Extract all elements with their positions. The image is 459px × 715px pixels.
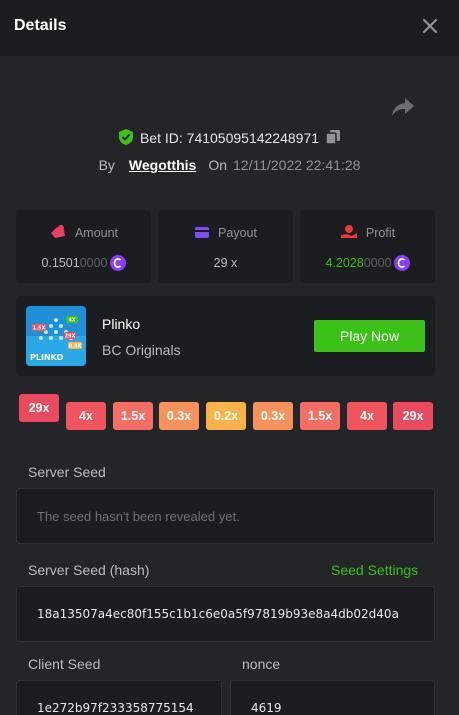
game-thumbnail[interactable]: 1.5X 4X 0.3X 29X PLINKO xyxy=(26,306,86,366)
payout-stat: Payout 29 x xyxy=(158,210,293,283)
bet-date: 12/11/2022 22:41:28 xyxy=(233,157,361,173)
profit-value-trailing: 0000 xyxy=(363,256,392,270)
amount-stat: Amount 0.1501 0000 xyxy=(16,210,151,283)
verified-shield-icon xyxy=(118,128,134,149)
copy-icon[interactable] xyxy=(325,129,341,148)
server-seed-label: Server Seed xyxy=(28,464,106,480)
payout-value: 29 x xyxy=(213,256,238,270)
amount-label: Amount xyxy=(74,226,119,240)
bet-id: Bet ID: 74105095142248971 xyxy=(139,130,320,146)
multiplier-label: 0.3x xyxy=(166,409,192,423)
username-link[interactable]: Wegotthis xyxy=(129,157,196,173)
by-label: By xyxy=(98,157,115,173)
amount-value: 0.1501 xyxy=(41,256,80,270)
multiplier-slot-hit: 29x xyxy=(19,394,59,422)
multiplier-label: 4x xyxy=(360,409,374,423)
client-seed-label: Client Seed xyxy=(28,656,101,672)
game-card: 1.5X 4X 0.3X 29X PLINKO Plinko BC Origin… xyxy=(16,296,435,376)
seed-settings-link[interactable]: Seed Settings xyxy=(331,562,418,578)
game-name: Plinko xyxy=(102,316,141,332)
multiplier-slot: 1.5x xyxy=(300,402,340,430)
multiplier-label: 1.5x xyxy=(307,409,333,423)
game-provider: BC Originals xyxy=(102,342,181,358)
multiplier-slot: 0.2x xyxy=(206,402,246,430)
profit-icon xyxy=(340,224,358,243)
page-title: Details xyxy=(14,17,67,34)
multiplier-label: 1.5x xyxy=(120,409,146,423)
on-label: On xyxy=(208,157,227,173)
multiplier-label: 29x xyxy=(402,409,424,423)
server-seed-field[interactable]: The seed hasn't been revealed yet. xyxy=(16,488,435,544)
bet-id-row: Bet ID: 74105095142248971 xyxy=(0,127,459,149)
multiplier-label: 0.3x xyxy=(260,409,286,423)
thumb-title: PLINKO xyxy=(30,353,63,362)
close-icon[interactable] xyxy=(418,14,442,38)
multiplier-slot: 0.3x xyxy=(159,402,199,430)
multiplier-slot: 4x xyxy=(66,402,106,430)
nonce-field[interactable]: 4619 xyxy=(230,680,435,715)
payout-wallet-icon xyxy=(194,225,210,242)
profit-label: Profit xyxy=(365,226,396,240)
multiplier-label: 0.2x xyxy=(213,409,239,423)
server-hash-field[interactable]: 18a13507a4ec80f155c1b1c6e0a5f97819b93e8a… xyxy=(16,586,435,642)
multiplier-slot: 4x xyxy=(347,402,387,430)
thumb-tag: 0.3X xyxy=(69,344,82,350)
multiplier-label: 29x xyxy=(28,401,50,415)
multiplier-slot: 1.5x xyxy=(113,402,153,430)
amount-icon xyxy=(49,224,67,243)
coin-icon xyxy=(393,255,410,271)
thumb-tag: 4X xyxy=(68,318,75,324)
payout-label: Payout xyxy=(218,226,257,240)
coin-icon xyxy=(109,255,126,271)
nonce-label: nonce xyxy=(242,656,281,672)
profit-stat: Profit 4.2028 0000 xyxy=(300,210,435,283)
server-hash-label: Server Seed (hash) xyxy=(28,562,150,578)
multiplier-slot: 29x xyxy=(393,402,433,430)
thumb-tag: 1.5X xyxy=(33,326,46,332)
profit-value: 4.2028 xyxy=(325,256,364,270)
details-header: Details xyxy=(0,0,459,56)
client-seed-field[interactable]: 1e272b97f233358775154 xyxy=(16,680,222,715)
thumb-tag: 29X xyxy=(65,334,76,340)
multiplier-slot: 0.3x xyxy=(253,402,293,430)
multiplier-label: 4x xyxy=(79,409,93,423)
bet-byline: By Wegotthis On 12/11/2022 22:41:28 xyxy=(0,154,459,176)
amount-value-trailing: 0000 xyxy=(79,256,108,270)
play-now-button[interactable]: Play Now xyxy=(314,320,425,352)
share-icon[interactable] xyxy=(390,96,416,118)
